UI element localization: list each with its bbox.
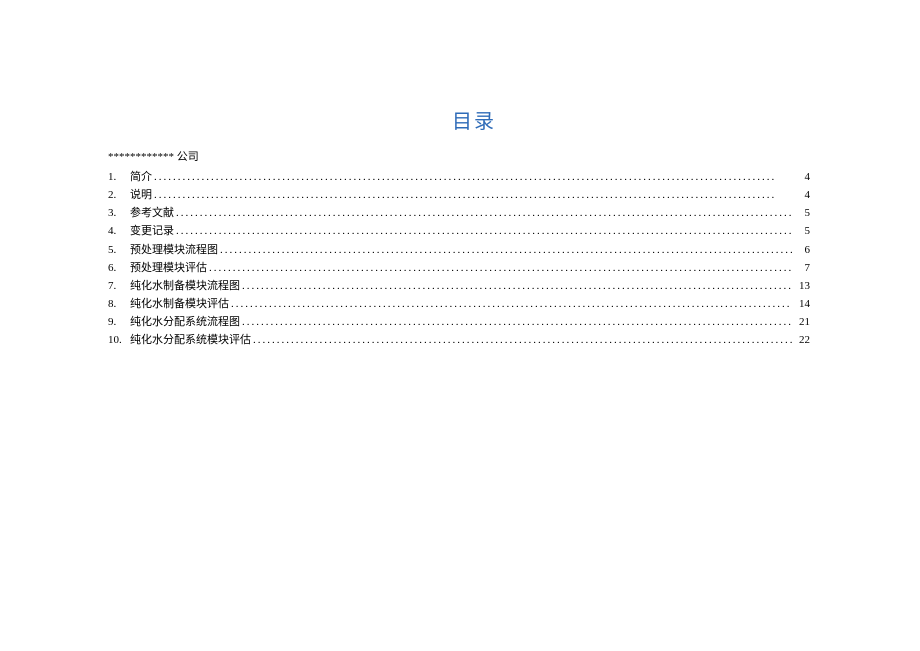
toc-entry-page: 5 — [794, 222, 810, 240]
toc-entry-text: 简介 — [130, 168, 152, 186]
toc-title: 目录 — [108, 105, 810, 134]
toc-entry: 2. 说明 4 — [108, 186, 810, 204]
toc-entry-number: 10. — [108, 331, 130, 349]
toc-entry-number: 8. — [108, 295, 130, 313]
toc-entry: 7. 纯化水制备模块流程图 13 — [108, 277, 810, 295]
document-page: 目录 ************ 公司 1. 简介 4 2. 说明 4 3. 参考… — [0, 0, 920, 349]
toc-entry-dots — [154, 168, 792, 186]
toc-entry-page: 4 — [794, 186, 810, 204]
toc-entry-text: 说明 — [130, 186, 152, 204]
toc-entry-page: 13 — [794, 277, 810, 295]
toc-entry-text: 纯化水制备模块流程图 — [130, 277, 240, 295]
toc-entry-dots — [154, 186, 792, 204]
toc-entry-number: 6. — [108, 259, 130, 277]
toc-entry-text: 纯化水制备模块评估 — [130, 295, 229, 313]
toc-entry-number: 1. — [108, 168, 130, 186]
toc-entry-number: 5. — [108, 241, 130, 259]
toc-entry-page: 22 — [794, 331, 810, 349]
toc-entry-dots — [176, 204, 792, 222]
toc-list: 1. 简介 4 2. 说明 4 3. 参考文献 5 4. 变更记录 5 5. 预… — [108, 168, 810, 349]
toc-entry-dots — [242, 277, 792, 295]
toc-entry-text: 纯化水分配系统流程图 — [130, 313, 240, 331]
toc-entry-number: 7. — [108, 277, 130, 295]
toc-entry-dots — [242, 313, 792, 331]
toc-entry-page: 4 — [794, 168, 810, 186]
toc-entry-page: 21 — [794, 313, 810, 331]
toc-entry-page: 5 — [794, 204, 810, 222]
toc-entry: 1. 简介 4 — [108, 168, 810, 186]
toc-entry-page: 14 — [794, 295, 810, 313]
toc-entry-dots — [253, 331, 792, 349]
toc-entry-number: 3. — [108, 204, 130, 222]
toc-entry-number: 2. — [108, 186, 130, 204]
toc-entry-number: 9. — [108, 313, 130, 331]
toc-entry: 8. 纯化水制备模块评估 14 — [108, 295, 810, 313]
toc-entry-page: 7 — [794, 259, 810, 277]
toc-entry-number: 4. — [108, 222, 130, 240]
toc-entry: 9. 纯化水分配系统流程图 21 — [108, 313, 810, 331]
toc-entry: 5. 预处理模块流程图 6 — [108, 241, 810, 259]
toc-entry-dots — [209, 259, 792, 277]
toc-entry-dots — [176, 222, 792, 240]
company-line: ************ 公司 — [108, 148, 810, 164]
toc-entry-dots — [220, 241, 792, 259]
toc-entry-text: 预处理模块评估 — [130, 259, 207, 277]
toc-entry-text: 变更记录 — [130, 222, 174, 240]
toc-entry: 3. 参考文献 5 — [108, 204, 810, 222]
toc-entry: 4. 变更记录 5 — [108, 222, 810, 240]
toc-entry: 10. 纯化水分配系统模块评估 22 — [108, 331, 810, 349]
toc-entry-dots — [231, 295, 792, 313]
toc-entry-text: 预处理模块流程图 — [130, 241, 218, 259]
toc-entry: 6. 预处理模块评估 7 — [108, 259, 810, 277]
toc-entry-text: 参考文献 — [130, 204, 174, 222]
toc-entry-text: 纯化水分配系统模块评估 — [130, 331, 251, 349]
toc-entry-page: 6 — [794, 241, 810, 259]
